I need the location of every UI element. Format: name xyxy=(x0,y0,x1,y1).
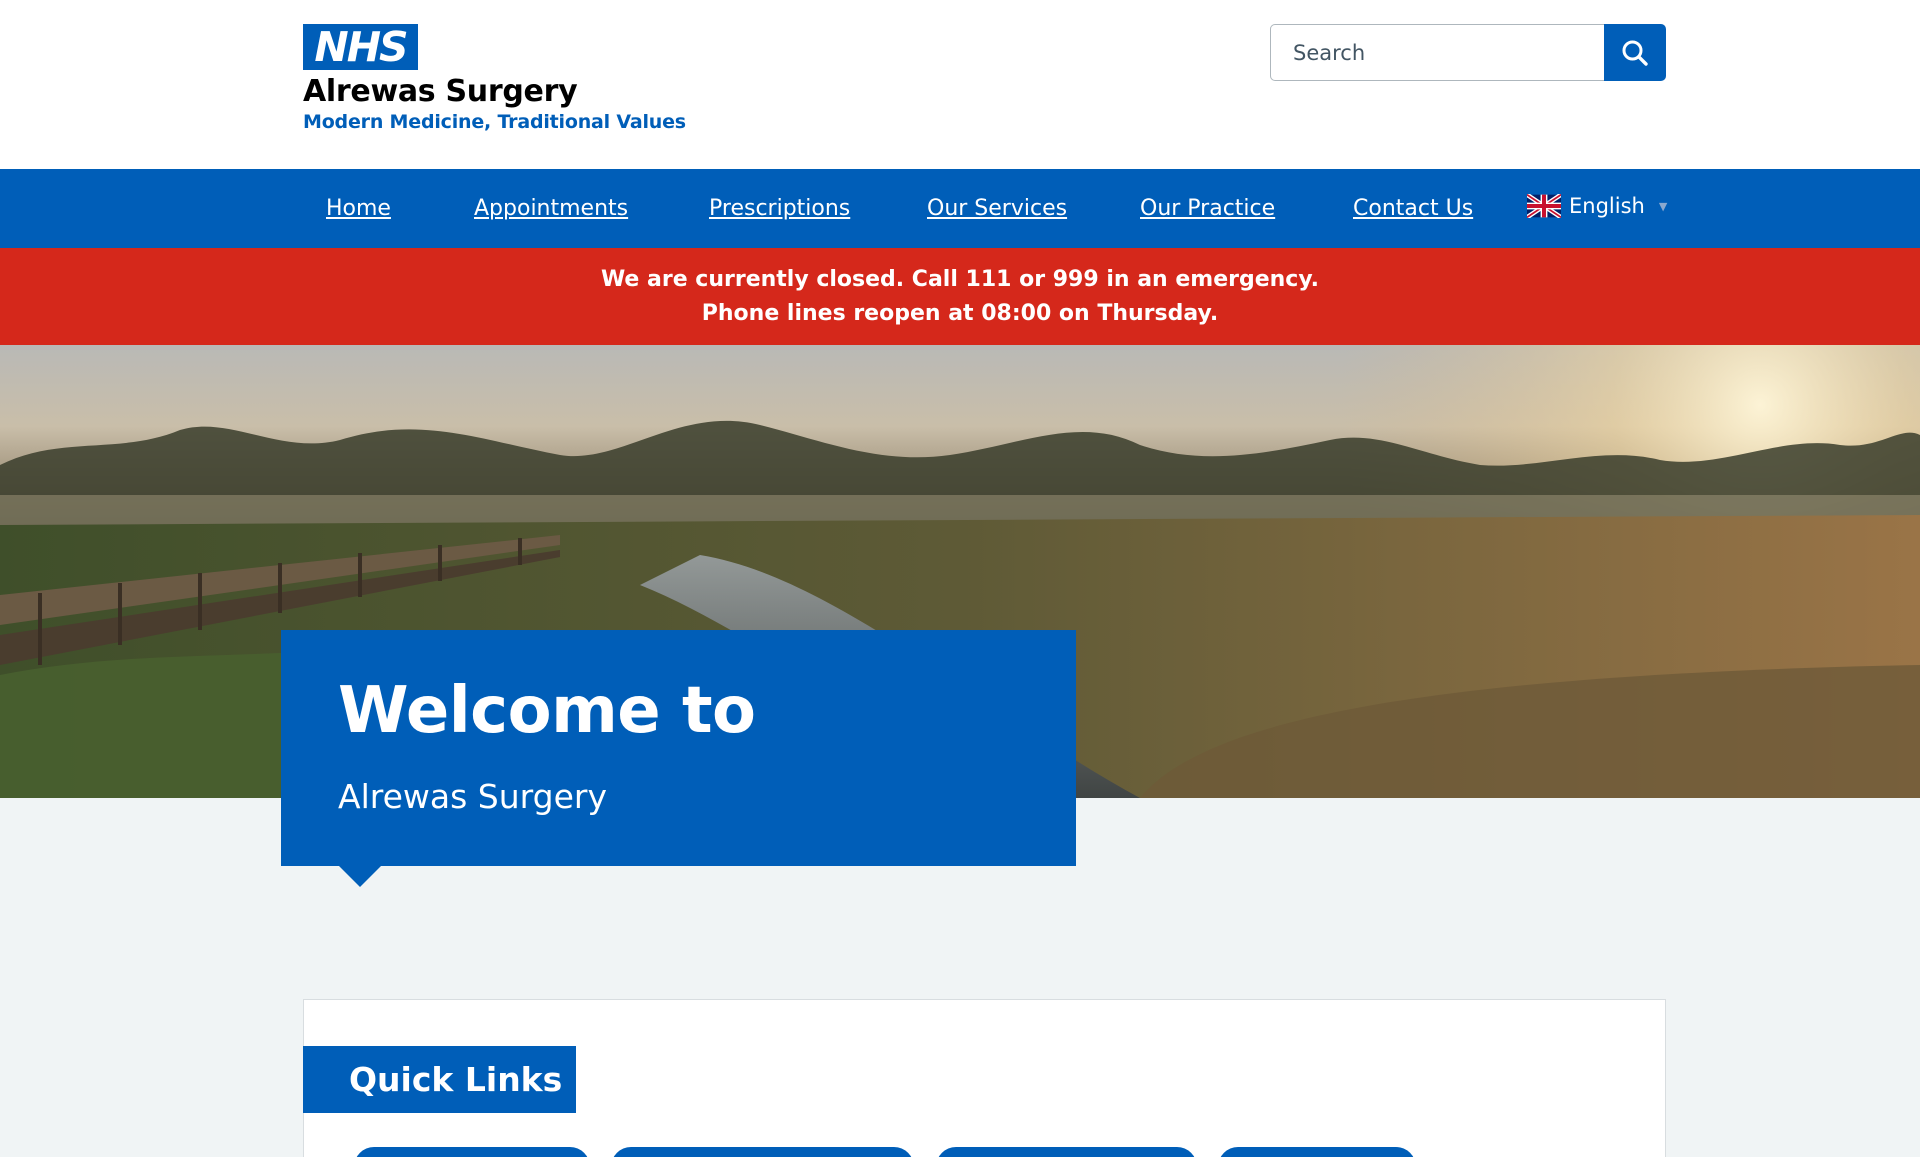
uk-flag-icon xyxy=(1527,194,1561,218)
main-navigation: Home Appointments Prescriptions Our Serv… xyxy=(0,169,1920,248)
search-input[interactable] xyxy=(1270,24,1604,81)
nhs-logo[interactable]: NHS xyxy=(303,24,418,70)
nav-home[interactable]: Home xyxy=(326,196,391,221)
closed-alert-banner: We are currently closed. Call 111 or 999… xyxy=(0,248,1920,345)
alert-line-2: Phone lines reopen at 08:00 on Thursday. xyxy=(701,301,1219,326)
quick-links-heading: Quick Links xyxy=(303,1046,576,1113)
quick-link-button[interactable] xyxy=(1218,1147,1416,1157)
nav-prescriptions[interactable]: Prescriptions xyxy=(709,196,850,221)
language-selector[interactable]: English ▼ xyxy=(1527,189,1667,223)
nav-our-services[interactable]: Our Services xyxy=(927,196,1067,221)
quick-link-button[interactable] xyxy=(936,1147,1197,1157)
nav-contact-us[interactable]: Contact Us xyxy=(1353,196,1473,221)
quick-link-button[interactable] xyxy=(354,1147,590,1157)
practice-name[interactable]: Alrewas Surgery xyxy=(303,74,578,109)
welcome-subtitle: Alrewas Surgery xyxy=(338,777,607,816)
welcome-title: Welcome to xyxy=(338,674,756,748)
nav-our-practice[interactable]: Our Practice xyxy=(1140,196,1275,221)
chevron-down-icon: ▼ xyxy=(1658,199,1668,213)
welcome-panel: Welcome to Alrewas Surgery xyxy=(281,630,1076,866)
quick-link-button[interactable] xyxy=(611,1147,914,1157)
alert-line-1: We are currently closed. Call 111 or 999… xyxy=(600,267,1320,292)
welcome-pointer xyxy=(339,866,381,887)
search-icon xyxy=(1622,40,1648,66)
search-button[interactable] xyxy=(1604,24,1666,81)
nav-appointments[interactable]: Appointments xyxy=(474,196,628,221)
language-label: English xyxy=(1569,194,1645,218)
practice-tagline: Modern Medicine, Traditional Values xyxy=(303,111,686,133)
site-header: NHS Alrewas Surgery Modern Medicine, Tra… xyxy=(0,0,1920,169)
